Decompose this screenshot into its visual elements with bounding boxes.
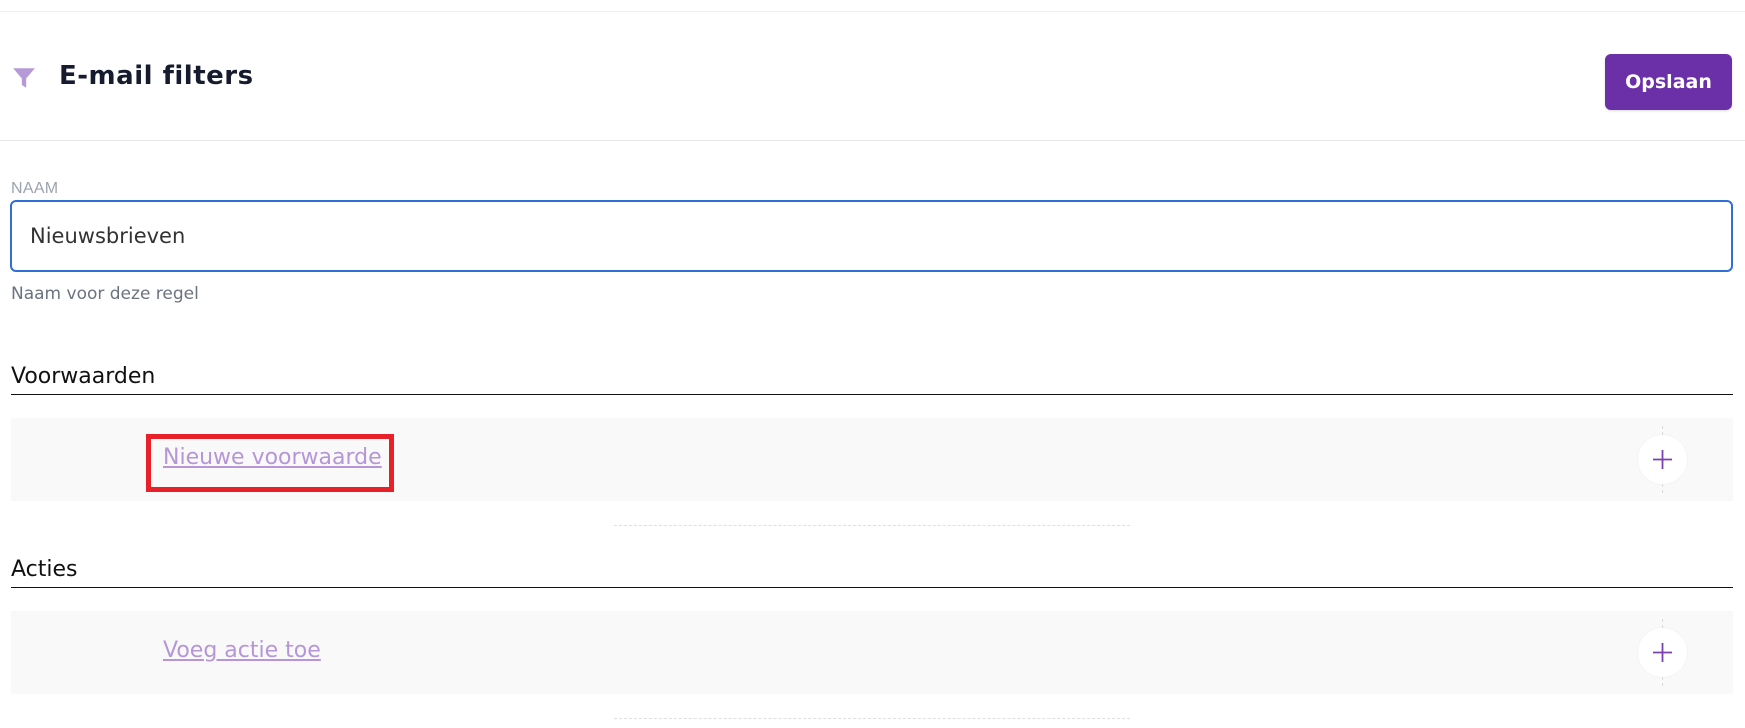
add-action-link[interactable]: Voeg actie toe [163,637,321,665]
connector-line [1662,426,1663,435]
save-button[interactable]: Opslaan [1605,54,1732,110]
highlight-box [146,434,394,492]
name-field-help: Naam voor deze regel [11,284,199,304]
conditions-section-title: Voorwaarden [11,363,1733,395]
plus-icon [1653,450,1672,469]
plus-icon [1653,643,1672,662]
email-filter-editor: E-mail filters Opslaan NAAM Naam voor de… [0,0,1745,728]
connector-line [1662,619,1663,628]
dashed-divider [614,525,1130,526]
dashed-divider [614,718,1130,719]
page-header: E-mail filters Opslaan [0,12,1745,141]
filter-icon [13,68,35,88]
name-field-label: NAAM [11,180,59,197]
page-title: E-mail filters [59,61,254,91]
add-action-button[interactable] [1638,628,1687,677]
actions-section-title: Acties [11,556,1733,588]
name-input[interactable] [10,200,1733,272]
connector-line [1662,677,1663,686]
add-condition-button[interactable] [1638,435,1687,484]
connector-line [1662,484,1663,493]
actions-panel: Voeg actie toe [11,611,1733,694]
